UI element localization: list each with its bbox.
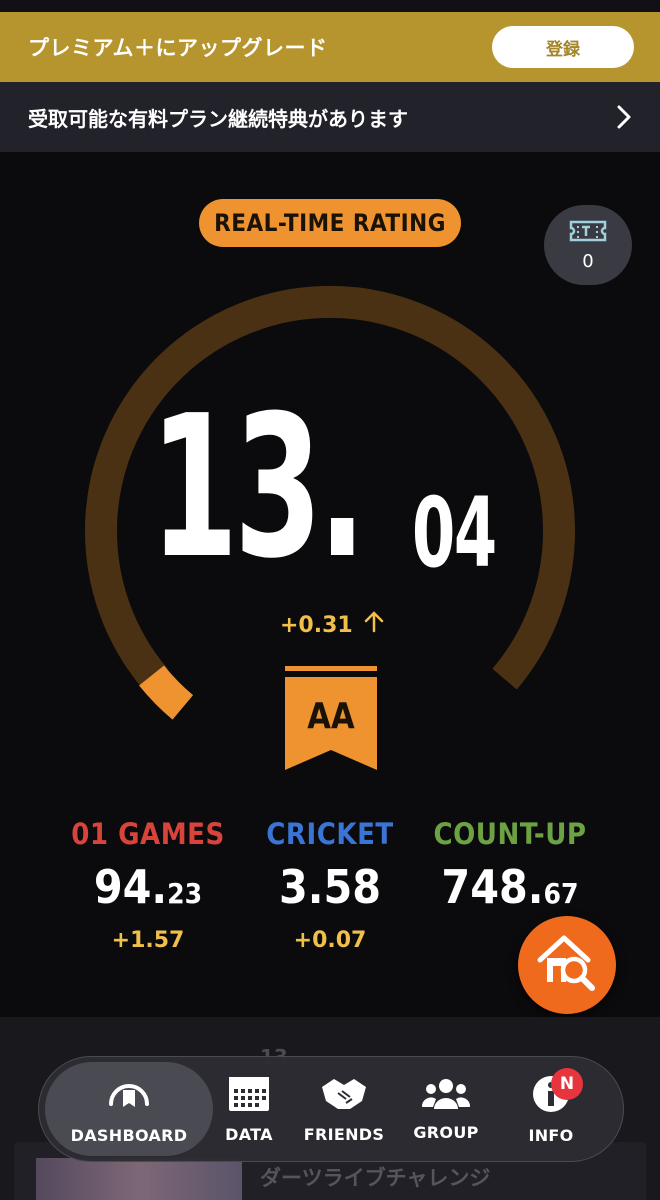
tab-group[interactable]: GROUP [403,1062,489,1156]
tab-dashboard[interactable]: DASHBOARD [45,1062,213,1156]
tab-data[interactable]: DATA [213,1062,285,1156]
stat-value-main: 3.58 [278,860,382,914]
notification-badge: N [551,1068,583,1100]
group-icon [421,1077,471,1115]
ticket-icon [568,219,608,247]
premium-upgrade-banner[interactable]: プレミアム＋にアップグレード 登録 [0,12,660,82]
tab-label: DASHBOARD [70,1125,188,1145]
rating-integer: 13. [150,374,366,602]
dashboard-main: REAL-TIME RATING 0 13. 04 +0.31 AA 01 GA… [0,152,660,1017]
tab-label: FRIENDS [303,1124,385,1144]
arrow-up-icon [363,611,385,639]
event-thumbnail [36,1158,242,1200]
stat-count-up[interactable]: COUNT-UP 748.67 [410,817,610,928]
rating-decimal: 04 [412,477,497,589]
tab-info[interactable]: INFO N [489,1062,613,1156]
stat-value: 94.23 [48,863,248,918]
rating-delta-value: +0.31 [280,612,353,638]
register-button[interactable]: 登録 [492,26,634,68]
stat-value: 748.67 [410,863,610,918]
tab-label: INFO [528,1125,574,1145]
stat-value-main: 94. [93,860,168,914]
rating-value: 13. 04 [150,390,530,600]
event-card-title: ダーツライブチャレンジ [260,1166,491,1190]
stat-01-games[interactable]: 01 GAMES 94.23 +1.57 [48,817,248,953]
premium-upgrade-title: プレミアム＋にアップグレード [28,36,328,60]
stat-title: 01 GAMES [71,817,225,851]
plan-benefit-text: 受取可能な有料プラン継続特典があります [28,106,408,131]
home-search-icon [534,930,600,1000]
stat-cricket[interactable]: CRICKET 3.58 +0.07 [230,817,430,953]
friends-handshake-icon [320,1075,368,1117]
stat-value-decimal: 67 [543,877,579,910]
tab-label: DATA [225,1124,273,1144]
dashboard-icon [107,1074,151,1118]
grade-label: AA [307,696,355,737]
stat-value-decimal: 23 [167,877,203,910]
stat-value-main: 748. [441,860,544,914]
rating-gauge-fill [139,665,194,720]
stat-delta: +1.57 [111,928,185,953]
status-bar [0,0,660,12]
real-time-rating-label: REAL-TIME RATING [199,199,461,247]
chevron-right-icon [612,105,636,129]
stat-title: CRICKET [266,817,394,851]
tab-friends[interactable]: FRIENDS [285,1062,403,1156]
stat-value: 3.58 [230,863,430,918]
stat-delta: +0.07 [293,928,367,953]
ticket-button[interactable]: 0 [544,205,632,285]
rating-delta: +0.31 [280,610,385,640]
tab-label: GROUP [413,1122,479,1142]
ticket-count: 0 [582,250,594,272]
grade-ribbon: AA [285,666,377,774]
stat-title: COUNT-UP [433,817,587,851]
data-calendar-icon [227,1075,271,1117]
shop-search-button[interactable] [518,916,616,1014]
plan-benefit-banner[interactable]: 受取可能な有料プラン継続特典があります [0,82,660,152]
bottom-tab-bar: DASHBOARD DATA FRIENDS GROUP INFO N [38,1056,624,1162]
